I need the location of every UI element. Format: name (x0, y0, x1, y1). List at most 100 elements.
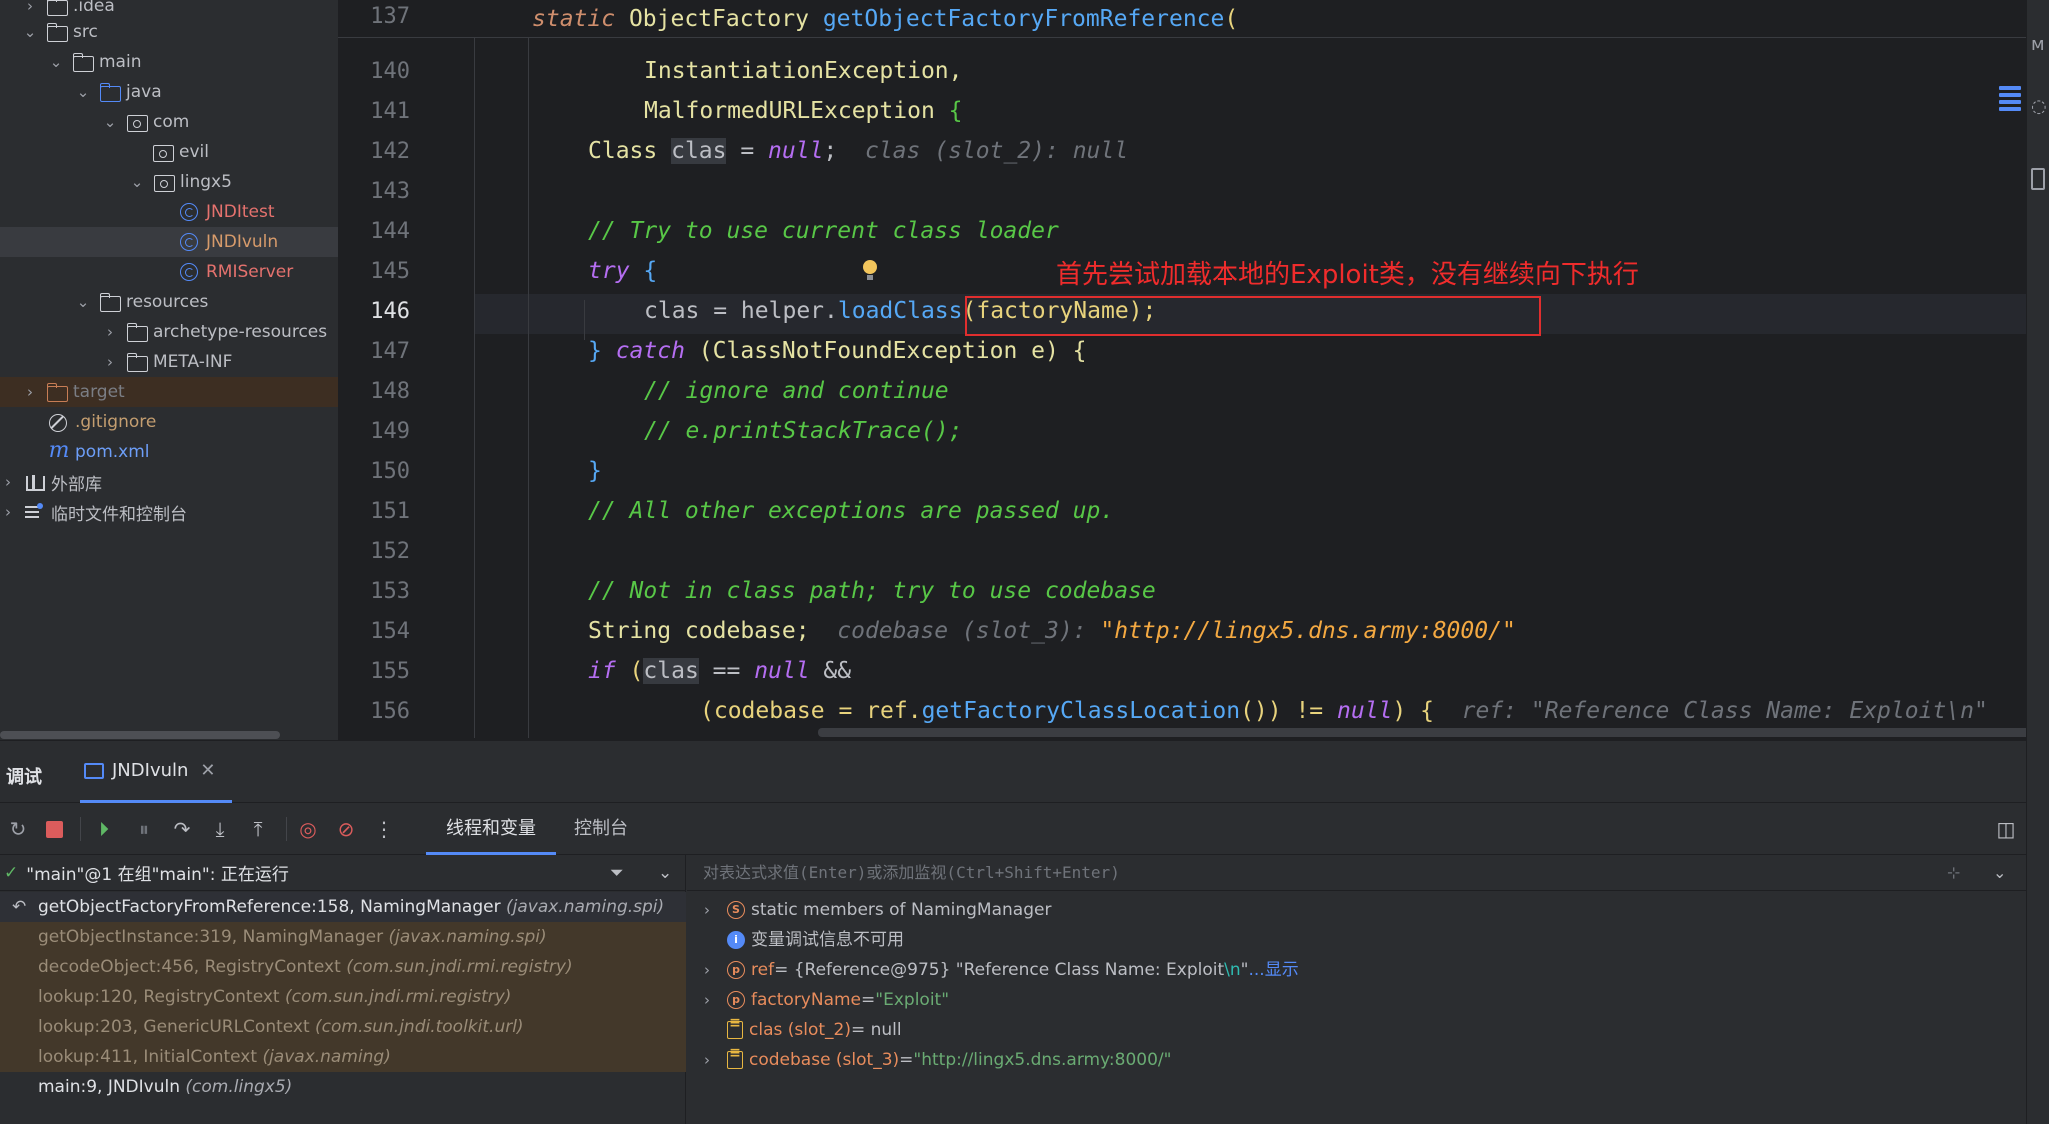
chevron-down-icon[interactable]: ⌄ (102, 113, 118, 131)
stack-frame[interactable]: lookup:411, InitialContext (javax.naming… (0, 1042, 686, 1072)
variable-ref[interactable]: › p ref = {Reference@975} "Reference Cla… (687, 955, 2026, 985)
stack-frame[interactable]: lookup:120, RegistryContext (com.sun.jnd… (0, 982, 686, 1012)
view-breakpoints-icon[interactable]: ◎ (296, 817, 320, 841)
chevron-down-icon[interactable]: ⌄ (48, 53, 64, 71)
tree-item-main[interactable]: ⌄ main (0, 47, 338, 77)
variable-static-members[interactable]: › S static members of NamingManager (687, 895, 2026, 925)
inline-value-hint: clas (slot_2): null (864, 138, 1129, 164)
lightbulb-icon[interactable] (862, 260, 878, 282)
resume-icon[interactable]: ⏵ (92, 817, 116, 841)
tree-item-rmiserver[interactable]: RMIServer (0, 257, 338, 287)
tree-item-com[interactable]: ⌄ com (0, 107, 338, 137)
tree-item-archetype-resources[interactable]: › archetype-resources (0, 317, 338, 347)
chevron-down-icon[interactable]: ⌄ (75, 83, 91, 101)
sticky-header-line[interactable]: 137 static ObjectFactory getObjectFactor… (338, 0, 2026, 38)
variable-clas[interactable]: ≡ clas (slot_2) = null (687, 1015, 2026, 1045)
more-icon[interactable]: ⋮ (372, 817, 396, 841)
close-icon[interactable]: ✕ (200, 760, 215, 781)
line-number: 155 (370, 659, 410, 684)
tree-horizontal-scrollbar[interactable] (0, 731, 280, 739)
code-line-154: String codebase; codebase (slot_3): "htt… (588, 618, 1516, 644)
variable-factoryname[interactable]: › p factoryName = "Exploit" (687, 985, 2026, 1015)
chevron-down-icon[interactable]: ⌄ (1993, 855, 2006, 891)
code-line-145: try { (588, 258, 658, 284)
pause-icon[interactable]: ⏸ (132, 817, 156, 841)
chevron-down-icon[interactable]: ⌄ (22, 23, 38, 41)
show-more-link[interactable]: ...显示 (1249, 955, 1299, 985)
line-number: 142 (370, 139, 410, 164)
folder-icon (126, 353, 148, 372)
code-line-149: // e.printStackTrace(); (644, 418, 963, 444)
code-line-155: if (clas == null && (588, 658, 852, 684)
stack-frame[interactable]: main:9, JNDIvuln (com.lingx5) (0, 1072, 686, 1102)
database-icon[interactable] (2031, 168, 2045, 190)
source-folder-icon (99, 83, 121, 102)
chevron-down-icon[interactable]: ⌄ (75, 293, 91, 311)
chevron-right-icon[interactable]: › (102, 353, 118, 371)
structure-icon[interactable] (1999, 86, 2021, 114)
chevron-right-icon[interactable]: › (687, 1045, 727, 1075)
line-number: 148 (370, 379, 410, 404)
tab-threads-variables[interactable]: 线程和变量 (426, 803, 556, 855)
tree-item-evil[interactable]: evil (0, 137, 338, 167)
line-number: 137 (370, 4, 410, 29)
chevron-down-icon[interactable]: ⌄ (129, 173, 145, 191)
tree-item-resources[interactable]: ⌄ resources (0, 287, 338, 317)
chevron-right-icon[interactable]: › (687, 955, 727, 985)
ai-assistant-icon[interactable]: ᴍ (2031, 34, 2045, 55)
filter-icon[interactable]: ⏷ (610, 863, 624, 883)
stack-frame[interactable]: lookup:203, GenericURLContext (com.sun.j… (0, 1012, 686, 1042)
add-watch-icon[interactable]: ⊹ (1947, 855, 1960, 891)
tab-console[interactable]: 控制台 (554, 803, 648, 855)
parameter-icon: p (727, 991, 745, 1009)
maven-icon: m (48, 438, 70, 463)
tree-item-meta-inf[interactable]: › META-INF (0, 347, 338, 377)
parameter-icon: p (727, 961, 745, 979)
chevron-right-icon[interactable]: › (687, 895, 727, 925)
tree-item-external-libraries[interactable]: › 外部库 (0, 467, 338, 497)
chevron-right-icon[interactable]: › (687, 985, 727, 1015)
chevron-right-icon[interactable]: › (22, 0, 38, 15)
sticky-code: static ObjectFactory getObjectFactoryFro… (532, 6, 1239, 32)
tree-item-lingx5[interactable]: ⌄ lingx5 (0, 167, 338, 197)
tab-jndivuln[interactable]: JNDIvuln ✕ (80, 741, 232, 803)
project-tool-window: › .idea ⌄ src ⌄ main ⌄ java ⌄ com evil ⌄… (0, 0, 338, 740)
step-out-icon[interactable]: ⤒ (246, 817, 270, 841)
evaluate-expression-input[interactable]: 对表达式求值(Enter)或添加监视(Ctrl+Shift+Enter) ⊹ ⌄ (687, 855, 2026, 891)
folder-icon (126, 323, 148, 342)
stop-button[interactable] (42, 817, 66, 841)
scratches-icon (24, 503, 46, 521)
info-icon: i (727, 931, 745, 949)
tree-item-target[interactable]: › target (0, 377, 338, 407)
gutter[interactable]: 140 141 142 143 144 145 146 147 148 149 … (338, 0, 474, 740)
tree-item-jnditest[interactable]: JNDItest (0, 197, 338, 227)
thread-selector[interactable]: ✓ "main"@1 在组"main": 正在运行 ⏷ ⌄ (0, 855, 686, 891)
code-editor[interactable]: 137 static ObjectFactory getObjectFactor… (338, 0, 2026, 740)
chevron-right-icon[interactable]: › (0, 503, 16, 521)
class-icon (179, 203, 201, 221)
editor-horizontal-scrollbar[interactable] (818, 728, 2026, 737)
chevron-right-icon[interactable]: › (0, 473, 16, 491)
tree-item-jndivuln[interactable]: JNDIvuln (0, 227, 338, 257)
tree-item-pom[interactable]: m pom.xml (0, 437, 338, 467)
step-over-icon[interactable]: ↷ (170, 817, 194, 841)
rerun-icon[interactable]: ↻ (6, 817, 30, 841)
tree-item-scratches[interactable]: › 临时文件和控制台 (0, 497, 338, 527)
folder-icon (46, 23, 68, 42)
mute-breakpoints-icon[interactable]: ⊘ (334, 817, 358, 841)
chevron-right-icon[interactable]: › (22, 383, 38, 401)
stack-frame-current[interactable]: ↶ getObjectFactoryFromReference:158, Nami… (0, 892, 686, 922)
step-into-icon[interactable]: ⤓ (208, 817, 232, 841)
stack-frame[interactable]: decodeObject:456, RegistryContext (com.s… (0, 952, 686, 982)
variable-codebase[interactable]: › ≡ codebase (slot_3) = "http://lingx5.d… (687, 1045, 2026, 1075)
code-line-150: } (588, 458, 602, 484)
layout-icon[interactable]: ◫ (1994, 817, 2018, 841)
tree-item-java[interactable]: ⌄ java (0, 77, 338, 107)
code-line-144: // Try to use current class loader (588, 218, 1059, 244)
tree-item-gitignore[interactable]: .gitignore (0, 407, 338, 437)
tree-item-src[interactable]: ⌄ src (0, 17, 338, 47)
chevron-down-icon[interactable]: ⌄ (658, 863, 672, 883)
gradle-icon[interactable]: ◌ (2031, 96, 2047, 117)
chevron-right-icon[interactable]: › (102, 323, 118, 341)
stack-frame[interactable]: getObjectInstance:319, NamingManager (ja… (0, 922, 686, 952)
